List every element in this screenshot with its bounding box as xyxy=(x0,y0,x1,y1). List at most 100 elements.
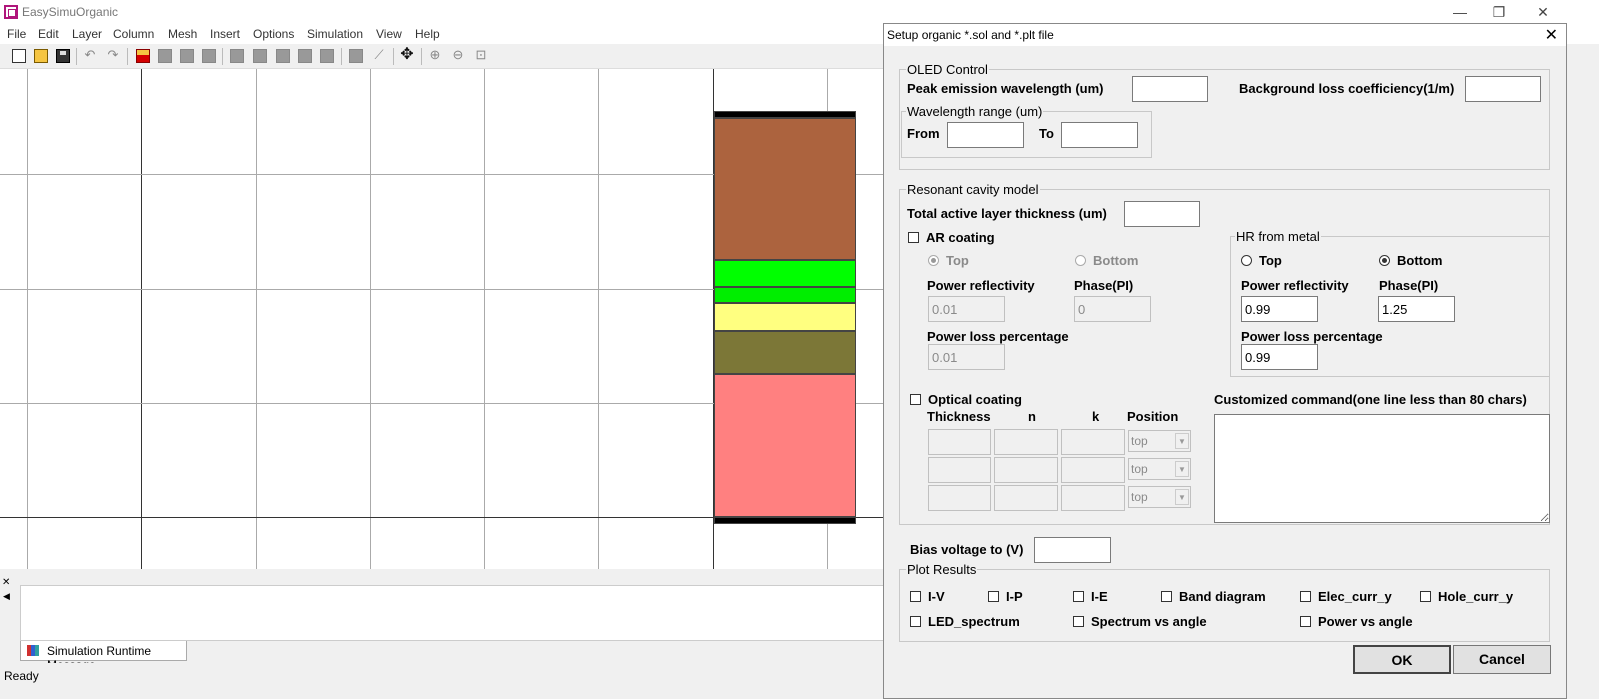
zoom-fit-icon[interactable]: ⊡ xyxy=(474,48,488,63)
bias-voltage-input[interactable] xyxy=(1034,537,1111,563)
setup-dialog: Setup organic *.sol and *.plt file ✕ OLE… xyxy=(883,23,1567,699)
tab-simulation-runtime-message[interactable]: Simulation Runtime Message xyxy=(20,641,187,672)
optical-k-input[interactable] xyxy=(1061,429,1125,455)
device-layer-2[interactable] xyxy=(714,260,856,287)
split-column-icon[interactable] xyxy=(298,49,312,63)
menu-edit[interactable]: Edit xyxy=(38,27,59,41)
toolbar-separator xyxy=(341,48,342,65)
plot-led-spectrum-checkbox[interactable] xyxy=(910,616,921,627)
plot-icon[interactable]: ⟋ xyxy=(372,48,386,63)
hr-reflectivity-input[interactable] xyxy=(1241,296,1318,322)
hr-top-radio[interactable] xyxy=(1241,255,1252,266)
plot-hole-curr-checkbox[interactable] xyxy=(1420,591,1431,602)
plot-spectrum-angle-checkbox[interactable] xyxy=(1073,616,1084,627)
menu-simulation[interactable]: Simulation xyxy=(307,27,363,41)
ar-bottom-radio[interactable] xyxy=(1075,255,1086,266)
optical-n-input[interactable] xyxy=(994,457,1058,483)
optical-position-select[interactable]: top ▼ xyxy=(1128,430,1191,452)
open-folder-icon[interactable] xyxy=(34,49,48,63)
mesh-icon[interactable] xyxy=(349,49,363,63)
delete-column-icon[interactable] xyxy=(276,49,290,63)
menu-options[interactable]: Options xyxy=(253,27,294,41)
device-layer-1[interactable] xyxy=(714,118,856,260)
close-panel-icon[interactable]: ✕ xyxy=(2,577,10,588)
menu-help[interactable]: Help xyxy=(415,27,440,41)
menu-file[interactable]: File xyxy=(7,27,26,41)
cancel-button[interactable]: Cancel xyxy=(1453,645,1551,674)
device-layer-5[interactable] xyxy=(714,331,856,374)
plot-elec-curr-checkbox[interactable] xyxy=(1300,591,1311,602)
optical-coating-checkbox[interactable] xyxy=(910,394,921,405)
device-layer-contact-top[interactable] xyxy=(714,111,856,118)
custom-command-label: Customized command(one line less than 80… xyxy=(1214,392,1527,407)
menu-column[interactable]: Column xyxy=(113,27,154,41)
optical-n-input[interactable] xyxy=(994,485,1058,511)
dialog-titlebar: Setup organic *.sol and *.plt file ✕ xyxy=(884,24,1566,46)
delete-layer-icon[interactable] xyxy=(180,49,194,63)
restore-button[interactable]: ❐ xyxy=(1476,2,1522,22)
hr-phase-input[interactable] xyxy=(1378,296,1455,322)
layer-color-icon[interactable] xyxy=(136,49,150,63)
move-icon[interactable]: ✥ xyxy=(400,47,414,63)
grid-line xyxy=(484,69,485,569)
device-layer-4[interactable] xyxy=(714,303,856,331)
dialog-close-icon[interactable]: ✕ xyxy=(1545,25,1558,45)
new-file-icon[interactable] xyxy=(12,49,26,63)
optical-n-input[interactable] xyxy=(994,429,1058,455)
from-label: From xyxy=(907,126,940,141)
position-value: top xyxy=(1131,462,1148,476)
hr-loss-input[interactable] xyxy=(1241,344,1318,370)
background-loss-input[interactable] xyxy=(1465,76,1541,102)
zoom-out-icon[interactable]: ⊖ xyxy=(451,48,465,63)
custom-command-textarea[interactable] xyxy=(1214,414,1550,523)
menu-mesh[interactable]: Mesh xyxy=(168,27,197,41)
optical-position-select[interactable]: top ▼ xyxy=(1128,458,1191,480)
wavelength-to-input[interactable] xyxy=(1061,122,1138,148)
device-layer-6[interactable] xyxy=(714,374,856,517)
layout-canvas[interactable] xyxy=(0,69,883,569)
plot-ie-checkbox[interactable] xyxy=(1073,591,1084,602)
wavelength-from-input[interactable] xyxy=(947,122,1024,148)
merge-column-icon[interactable] xyxy=(320,49,334,63)
undo-icon[interactable]: ↶ xyxy=(83,48,97,63)
ar-loss-input[interactable] xyxy=(928,344,1005,370)
grid-line xyxy=(27,69,28,569)
collapse-arrow-icon[interactable]: ◀ xyxy=(3,591,10,602)
optical-k-input[interactable] xyxy=(1061,457,1125,483)
resonant-cavity-title: Resonant cavity model xyxy=(906,182,1040,197)
menu-layer[interactable]: Layer xyxy=(72,27,102,41)
ok-button[interactable]: OK xyxy=(1353,645,1451,674)
optical-thickness-input[interactable] xyxy=(928,457,991,483)
optical-thickness-input[interactable] xyxy=(928,429,991,455)
device-layer-3[interactable] xyxy=(714,287,856,303)
optical-position-select[interactable]: top ▼ xyxy=(1128,486,1191,508)
plot-power-angle-checkbox[interactable] xyxy=(1300,616,1311,627)
ar-top-radio[interactable] xyxy=(928,255,939,266)
ar-loss-label: Power loss percentage xyxy=(927,329,1069,344)
app-logo-icon xyxy=(4,5,18,19)
plot-ip-checkbox[interactable] xyxy=(988,591,999,602)
ar-coating-checkbox[interactable] xyxy=(908,232,919,243)
device-layer-contact-bottom[interactable] xyxy=(714,517,856,524)
ar-reflectivity-input[interactable] xyxy=(928,296,1005,322)
menu-insert[interactable]: Insert xyxy=(210,27,240,41)
insert-layer-icon[interactable] xyxy=(158,49,172,63)
save-icon[interactable] xyxy=(56,49,70,63)
split-layer-icon[interactable] xyxy=(202,49,216,63)
peak-wavelength-input[interactable] xyxy=(1132,76,1208,102)
optical-thickness-input[interactable] xyxy=(928,485,991,511)
optical-k-input[interactable] xyxy=(1061,485,1125,511)
plot-iv-checkbox[interactable] xyxy=(910,591,921,602)
ar-phase-input[interactable] xyxy=(1074,296,1151,322)
menu-view[interactable]: View xyxy=(376,27,402,41)
redo-icon[interactable]: ↷ xyxy=(106,48,120,63)
edit-column-icon[interactable] xyxy=(253,49,267,63)
zoom-in-icon[interactable]: ⊕ xyxy=(428,48,442,63)
close-window-button[interactable]: ✕ xyxy=(1520,2,1566,22)
hr-bottom-radio[interactable] xyxy=(1379,255,1390,266)
plot-band-diagram-checkbox[interactable] xyxy=(1161,591,1172,602)
hr-metal-title: HR from metal xyxy=(1235,229,1321,244)
insert-column-icon[interactable] xyxy=(230,49,244,63)
hr-reflectivity-label: Power reflectivity xyxy=(1241,278,1349,293)
active-thickness-input[interactable] xyxy=(1124,201,1200,227)
